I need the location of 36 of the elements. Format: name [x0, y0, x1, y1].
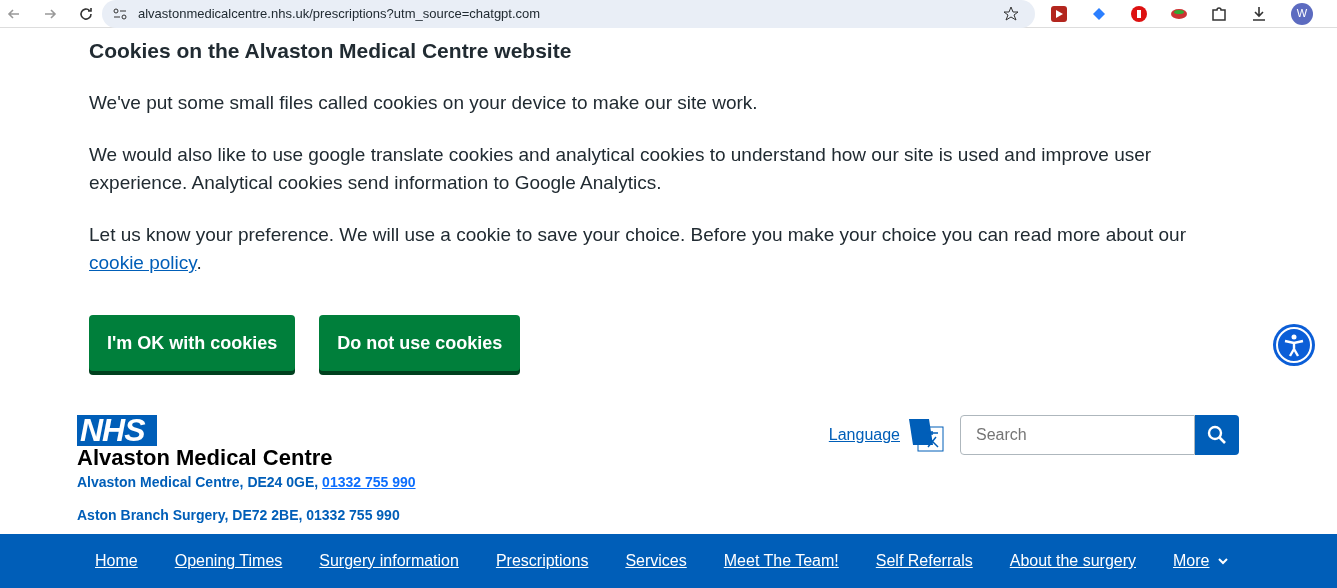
more-menu[interactable]: More	[1173, 549, 1230, 573]
extension-icon[interactable]	[1091, 5, 1107, 22]
nav-link[interactable]: Prescriptions	[495, 549, 589, 573]
accept-button[interactable]: I'm OK with cookies	[89, 315, 296, 372]
translate-icon[interactable]	[908, 417, 944, 454]
nhs-logo: NHS	[77, 415, 157, 447]
nav-link[interactable]: Opening Times	[174, 549, 283, 573]
nav-link[interactable]: Self Referrals	[875, 549, 973, 573]
avatar[interactable]: W	[1291, 2, 1313, 25]
reject-button[interactable]: Do not use cookies	[319, 315, 521, 372]
extension-icon[interactable]	[1051, 5, 1067, 22]
banner-title: Cookies on the Alvaston Medical Centre website	[89, 38, 573, 64]
stop-icon[interactable]	[1131, 5, 1147, 22]
address-text: Aston Branch Surgery, DE72 2BE, 01332 755 990	[77, 506, 401, 526]
search-button[interactable]	[1195, 415, 1239, 456]
nav-link[interactable]: About the surgery	[1009, 549, 1136, 573]
policy-link[interactable]: cookie policy	[89, 252, 197, 274]
paragraph: We've put some small files called cookies on your device to make our site work.	[89, 91, 759, 116]
download-icon[interactable]	[1251, 5, 1267, 22]
reload-icon[interactable]	[78, 5, 94, 22]
chevron-down-icon	[1217, 555, 1230, 567]
site-name: Alvaston Medical Centre	[77, 446, 334, 471]
paragraph: We would also like to use google translate cookies and analytical cookies to understand how our site is used and improve user experience. Analytical cookies send information to Google Analytics.	[89, 143, 1153, 196]
search-icon	[1207, 425, 1227, 446]
nav-link[interactable]: Services	[625, 549, 687, 573]
nav-link[interactable]: Meet The Team!	[723, 549, 839, 573]
nav-link[interactable]: Home	[95, 549, 138, 573]
accessibility-icon[interactable]	[1272, 323, 1316, 367]
nav-link[interactable]: Surgery information	[319, 549, 459, 573]
phone-link[interactable]: 01332 755 990	[322, 474, 416, 491]
paragraph: Let us know your preference. We will use a cookie to save your choice. Before you make your choice you can read more about our cookie policy.	[89, 223, 1187, 276]
address-text: Alvaston Medical Centre, DE24 0GE, 01332 755 990	[77, 473, 416, 493]
language-link[interactable]: Language	[828, 423, 900, 448]
star-icon[interactable]	[1003, 6, 1019, 23]
site-settings-icon[interactable]	[112, 5, 128, 22]
search-field[interactable]: Search	[960, 415, 1195, 456]
